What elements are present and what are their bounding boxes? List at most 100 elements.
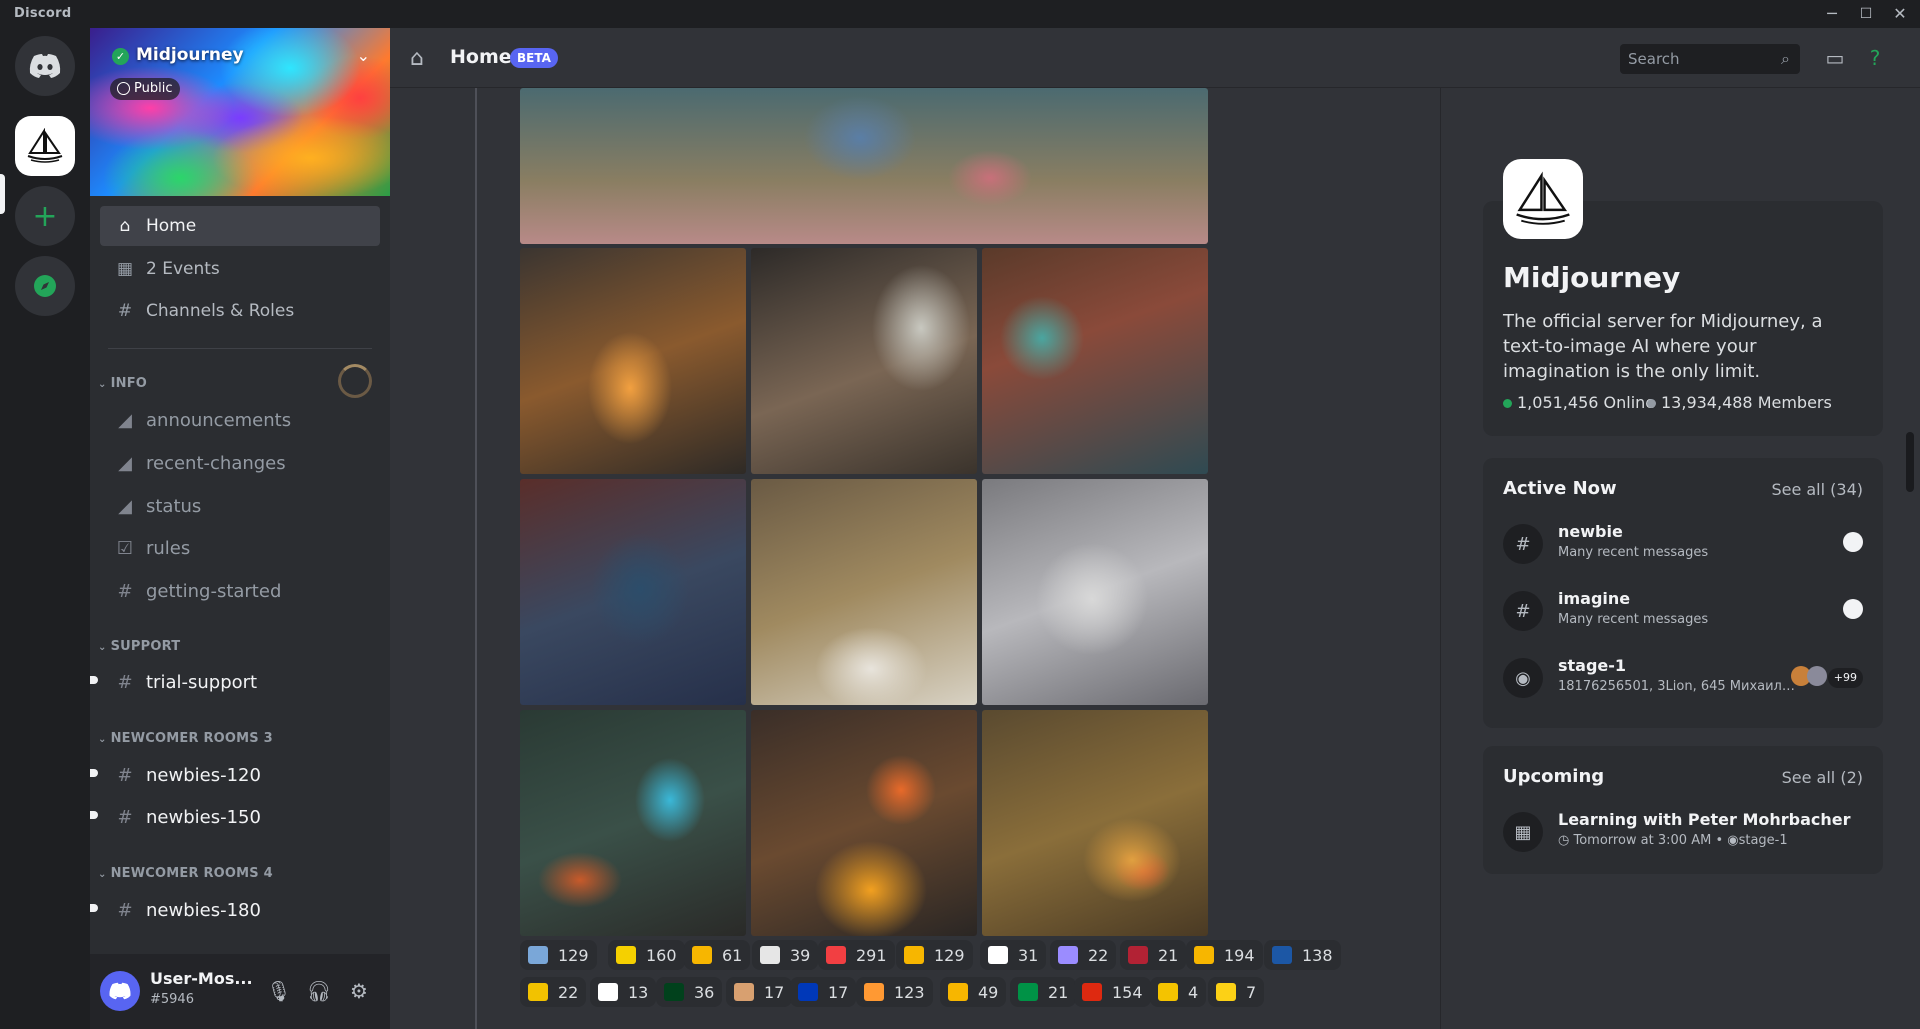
generated-image[interactable]: [982, 479, 1208, 705]
category-info[interactable]: ⌄ INFO: [98, 376, 147, 391]
message-feed: 129 160 61 39 291 129 31 22 21 194 138 22 13 36 17 17 1…: [390, 88, 1440, 1029]
reaction-flag-romania[interactable]: 7: [1208, 977, 1265, 1007]
nav-channels-roles[interactable]: # Channels & Roles: [100, 291, 380, 331]
channel-newbies-120[interactable]: # newbies-120: [90, 756, 380, 794]
megaphone-icon: ◢: [118, 409, 132, 431]
channel-rules[interactable]: ☑ rules: [100, 529, 380, 567]
reaction-count: 36: [694, 982, 715, 1002]
direct-messages-button[interactable]: [15, 36, 75, 96]
server-rail: +: [0, 28, 90, 1029]
scrollbar[interactable]: [1906, 432, 1914, 492]
reaction-heart[interactable]: 291: [818, 940, 895, 970]
generated-image[interactable]: [520, 248, 746, 474]
active-item-newbie[interactable]: # newbie Many recent messages: [1503, 518, 1863, 574]
public-badge: Public: [110, 78, 181, 100]
headphones-icon[interactable]: 🎧︎: [304, 976, 334, 1006]
reaction-flag-india[interactable]: 123: [856, 977, 933, 1007]
reaction-thumbs-up[interactable]: 194: [1186, 940, 1263, 970]
chevron-down-icon[interactable]: ⌄: [357, 46, 370, 65]
upcoming-event[interactable]: ▦ Learning with Peter Mohrbacher ◷ Tomor…: [1503, 806, 1863, 862]
reaction-count: 22: [1088, 945, 1109, 965]
active-item-stage-1[interactable]: ◉ stage-1 18176256501, 3Lion, 645 Михаил…: [1503, 652, 1863, 708]
unread-indicator: [90, 904, 98, 912]
channel-trial-support[interactable]: # trial-support: [90, 663, 380, 701]
generated-image[interactable]: [751, 248, 977, 474]
unread-indicator: [90, 811, 98, 819]
reaction-flag-italy[interactable]: 21: [1010, 977, 1077, 1007]
beta-badge: BETA: [510, 48, 558, 68]
generated-image[interactable]: [751, 479, 977, 705]
generated-image[interactable]: [520, 710, 746, 936]
nav-home[interactable]: ⌂ Home: [100, 206, 380, 246]
search-icon: ⌕: [1781, 49, 1790, 68]
channels-roles-icon: #: [117, 301, 133, 321]
server-description: The official server for Midjourney, a te…: [1503, 311, 1823, 382]
reaction-flag-israel[interactable]: 17: [790, 977, 857, 1007]
server-midjourney[interactable]: [15, 116, 75, 176]
reaction-count: 13: [628, 982, 649, 1002]
minimize-icon[interactable]: ─: [1822, 4, 1842, 24]
nav-events[interactable]: ▦ 2 Events: [100, 249, 380, 289]
server-title: Midjourney: [1503, 261, 1681, 294]
title-bar: Discord ─ ☐ ✕: [0, 0, 1920, 28]
settings-gear-icon[interactable]: ⚙: [344, 976, 374, 1006]
reaction-flag-japan[interactable]: 31: [980, 940, 1047, 970]
reaction-star-struck[interactable]: 129: [896, 940, 973, 970]
help-icon[interactable]: ?: [1861, 44, 1889, 72]
reaction-count: 7: [1246, 982, 1257, 1002]
generated-image[interactable]: [520, 88, 1208, 244]
reaction-rocket[interactable]: 22: [1050, 940, 1117, 970]
search-input[interactable]: Search ⌕: [1620, 44, 1800, 74]
generated-image[interactable]: [982, 248, 1208, 474]
reaction-envelope[interactable]: 39: [752, 940, 819, 970]
channel-newbies-150[interactable]: # newbies-150: [90, 798, 380, 836]
server-name: Midjourney: [136, 45, 244, 65]
flag-israel-icon: [798, 983, 818, 1001]
generated-image[interactable]: [520, 479, 746, 705]
category-newcomer-rooms-3[interactable]: ⌄ NEWCOMER ROOMS 3: [98, 731, 273, 746]
channel-newbies-180[interactable]: # newbies-180: [90, 891, 380, 929]
inbox-icon[interactable]: ▭: [1821, 44, 1849, 72]
reaction-flag-russia[interactable]: 138: [1264, 940, 1341, 970]
hash-icon: #: [117, 671, 133, 693]
reaction-ok-hand[interactable]: 49: [940, 977, 1007, 1007]
channel-recent-changes[interactable]: ◢ recent-changes: [100, 444, 380, 482]
maximize-icon[interactable]: ☐: [1856, 4, 1876, 24]
generated-image[interactable]: [751, 710, 977, 936]
channel-announcements[interactable]: ◢ announcements: [100, 401, 380, 439]
reaction-flag-us[interactable]: 21: [1120, 940, 1187, 970]
sidebar-divider: [108, 348, 372, 349]
selected-server-indicator: [0, 174, 5, 214]
see-all-active-link[interactable]: See all (34): [1771, 480, 1863, 499]
sailboat-yellow-icon: [528, 983, 548, 1001]
reaction-sailboat-yellow[interactable]: 22: [520, 977, 587, 1007]
reaction-star[interactable]: 61: [684, 940, 751, 970]
about-card: Midjourney The official server for Midjo…: [1483, 159, 1883, 436]
active-item-sub: 18176256501, 3Lion, 645 Михаил Р...: [1558, 679, 1798, 694]
active-now-card: Active Now See all (34) # newbie Many re…: [1483, 458, 1883, 728]
channel-getting-started[interactable]: # getting-started: [100, 572, 380, 610]
reaction-flag-georgia[interactable]: 13: [590, 977, 657, 1007]
reaction-writing-hand[interactable]: 17: [726, 977, 793, 1007]
category-newcomer-rooms-4[interactable]: ⌄ NEWCOMER ROOMS 4: [98, 866, 273, 881]
reaction-count: 21: [1048, 982, 1069, 1002]
generated-image[interactable]: [982, 710, 1208, 936]
channel-status[interactable]: ◢ status: [100, 487, 380, 525]
channel-label: rules: [146, 537, 191, 559]
server-banner[interactable]: ✓ Midjourney ⌄ Public: [90, 28, 390, 196]
active-item-imagine[interactable]: # imagine Many recent messages: [1503, 585, 1863, 641]
reaction-flag-china[interactable]: 154: [1074, 977, 1151, 1007]
unread-indicator: [90, 676, 98, 684]
close-icon[interactable]: ✕: [1890, 4, 1910, 24]
reaction-count: 123: [894, 982, 925, 1002]
reaction-flag-ukraine[interactable]: 160: [608, 940, 685, 970]
microphone-icon[interactable]: 🎙︎: [264, 976, 294, 1006]
explore-servers-button[interactable]: [15, 256, 75, 316]
reaction-flag-venezuela[interactable]: 4: [1150, 977, 1207, 1007]
reaction-flag-pakistan[interactable]: 36: [656, 977, 723, 1007]
add-server-icon[interactable]: +: [15, 186, 75, 246]
see-all-upcoming-link[interactable]: See all (2): [1782, 768, 1863, 787]
reaction-wizard[interactable]: 129: [520, 940, 597, 970]
category-support[interactable]: ⌄ SUPPORT: [98, 639, 180, 654]
avatar[interactable]: [100, 971, 140, 1011]
